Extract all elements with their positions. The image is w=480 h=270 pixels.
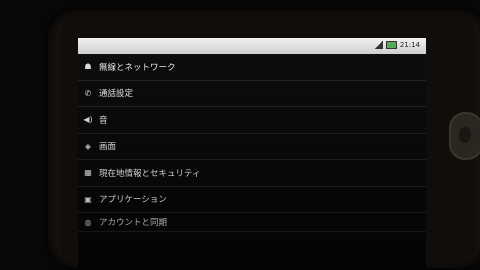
settings-item-display[interactable]: ◈ 画面 — [78, 134, 426, 160]
settings-item-wireless-network[interactable]: ☗ 無線とネットワーク — [78, 54, 426, 81]
account-sync-icon: ◍ — [84, 217, 92, 227]
applications-icon: ▣ — [84, 194, 92, 204]
settings-item-label: 画面 — [99, 142, 117, 153]
hardware-trackball-button[interactable] — [449, 112, 480, 160]
settings-item-account-sync[interactable]: ◍ アカウントと同期 — [78, 213, 426, 232]
settings-item-call-settings[interactable]: ✆ 通話設定 — [78, 81, 426, 107]
settings-item-label: アカウントと同期 — [99, 218, 168, 228]
battery-icon — [385, 41, 397, 49]
location-security-icon: ▦ — [84, 168, 92, 178]
wireless-icon: ☗ — [84, 62, 92, 72]
settings-item-sound[interactable]: ◀) 音 — [78, 107, 426, 134]
status-bar: 21:14 — [78, 38, 426, 54]
phone-screen: 21:14 ☗ 無線とネットワーク ✆ 通話設定 ◀) 音 ◈ 画面 ▦ 現在地… — [78, 38, 426, 268]
settings-item-label: 音 — [99, 115, 108, 126]
status-icons: 21:14 — [373, 41, 420, 49]
display-icon: ◈ — [84, 141, 92, 151]
settings-item-applications[interactable]: ▣ アプリケーション — [78, 187, 426, 213]
speaker-icon: ◀) — [83, 115, 93, 125]
settings-item-label: 無線とネットワーク — [99, 62, 176, 73]
signal-icon — [373, 41, 383, 49]
settings-item-location-security[interactable]: ▦ 現在地情報とセキュリティ — [78, 160, 426, 187]
settings-item-label: アプリケーション — [99, 195, 167, 206]
settings-item-label: 現在地情報とセキュリティ — [99, 168, 201, 179]
status-time: 21:14 — [399, 41, 420, 49]
settings-item-label: 通話設定 — [99, 89, 134, 100]
phone-icon: ✆ — [84, 88, 92, 98]
settings-list: ☗ 無線とネットワーク ✆ 通話設定 ◀) 音 ◈ 画面 ▦ 現在地情報とセキュ… — [78, 54, 426, 232]
